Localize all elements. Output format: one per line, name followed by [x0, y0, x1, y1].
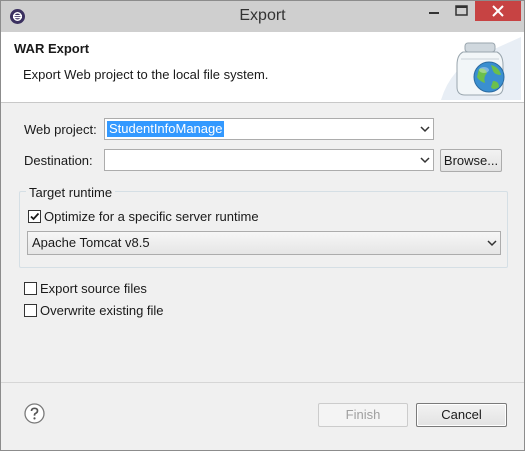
minimize-button[interactable]: [420, 1, 448, 21]
checkmark-icon: [30, 212, 40, 221]
browse-button[interactable]: Browse...: [440, 149, 502, 172]
export-source-label[interactable]: Export source files: [40, 281, 147, 296]
wizard-header: WAR Export Export Web project to the loc…: [1, 32, 524, 103]
footer-separator: [1, 382, 524, 383]
optimize-checkbox[interactable]: [28, 210, 41, 223]
web-project-label: Web project:: [24, 122, 97, 137]
chevron-down-icon[interactable]: [417, 150, 433, 170]
chevron-down-icon[interactable]: [417, 119, 433, 139]
destination-label: Destination:: [24, 153, 93, 168]
close-button[interactable]: [475, 1, 521, 21]
destination-value: [107, 152, 111, 168]
web-project-value: StudentInfoManage: [107, 121, 225, 137]
web-project-combo[interactable]: StudentInfoManage: [104, 118, 434, 140]
help-icon[interactable]: [24, 403, 45, 424]
overwrite-checkbox[interactable]: [24, 304, 37, 317]
target-runtime-group: [19, 191, 508, 268]
overwrite-label[interactable]: Overwrite existing file: [40, 303, 164, 318]
chevron-down-icon[interactable]: [484, 232, 500, 254]
target-runtime-title: Target runtime: [26, 185, 116, 200]
close-icon: [492, 5, 504, 17]
destination-combo[interactable]: [104, 149, 434, 171]
maximize-button[interactable]: [448, 1, 475, 21]
runtime-value: Apache Tomcat v8.5: [32, 235, 150, 250]
page-title: WAR Export: [14, 41, 90, 56]
jar-globe-icon: [441, 37, 521, 100]
runtime-select[interactable]: Apache Tomcat v8.5: [27, 231, 501, 255]
finish-button[interactable]: Finish: [318, 403, 408, 427]
optimize-label[interactable]: Optimize for a specific server runtime: [44, 209, 259, 224]
cancel-button[interactable]: Cancel: [416, 403, 507, 427]
export-source-checkbox[interactable]: [24, 282, 37, 295]
title-bar: Export: [1, 1, 524, 32]
export-dialog: Export WAR Export Export Web project to …: [0, 0, 525, 451]
page-description: Export Web project to the local file sys…: [23, 67, 269, 82]
